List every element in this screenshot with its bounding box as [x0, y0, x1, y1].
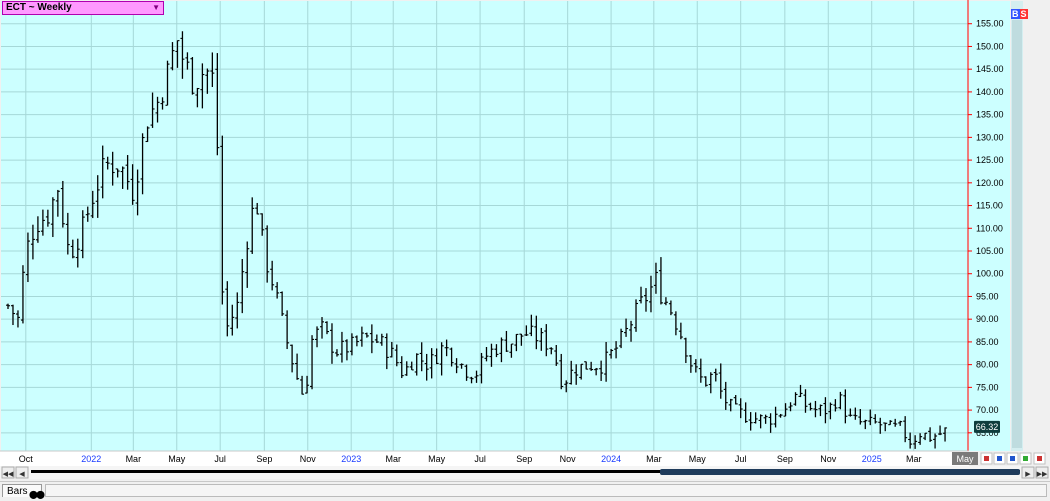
plot-area[interactable]	[1, 1, 968, 451]
tab-strip	[45, 484, 1047, 497]
tool-icon-4	[1023, 456, 1028, 461]
tool-icon-2	[997, 456, 1002, 461]
last-price-value: 66.32	[976, 422, 999, 432]
bars-tab-label: Bars	[7, 486, 28, 497]
y-tick-label: 120.00	[976, 178, 1004, 188]
x-tick-label: May	[428, 454, 446, 464]
dropdown-arrow-icon[interactable]: ▼	[152, 2, 160, 14]
double-right-icon: ▶▶	[1037, 471, 1048, 478]
y-tick-label: 90.00	[976, 314, 999, 324]
bottom-tab-bar: Bars ⬤⬤	[0, 481, 1050, 499]
x-tick-label: Oct	[19, 454, 34, 464]
y-tick-label: 155.00	[976, 19, 1004, 29]
double-left-icon: ◀◀	[3, 471, 14, 478]
right-scrollbar[interactable]	[1012, 20, 1022, 448]
buy-badge[interactable]: B	[1011, 9, 1020, 19]
y-tick-label: 135.00	[976, 110, 1004, 120]
x-tick-label: Jul	[474, 454, 486, 464]
y-tick-label: 150.00	[976, 41, 1004, 51]
y-tick-label: 75.00	[976, 382, 999, 392]
tool-icon-1	[984, 456, 989, 461]
left-arrow-icon: ◀	[19, 471, 25, 478]
x-tick-label: 2022	[81, 454, 101, 464]
x-tick-label: Nov	[300, 454, 317, 464]
x-tick-label: Mar	[646, 454, 662, 464]
bars-tab[interactable]: Bars ⬤⬤	[2, 484, 45, 499]
y-tick-label: 95.00	[976, 291, 999, 301]
zoom-tool-buttons	[980, 452, 1046, 465]
x-tick-label: Sep	[516, 454, 532, 464]
buy-sell-badge[interactable]: BS	[1011, 9, 1028, 19]
y-tick-label: 145.00	[976, 64, 1004, 74]
current-month-label: May	[956, 454, 974, 464]
y-tick-label: 105.00	[976, 246, 1004, 256]
x-tick-label: Sep	[777, 454, 793, 464]
x-tick-label: Nov	[820, 454, 837, 464]
y-tick-label: 130.00	[976, 132, 1004, 142]
last-price-tag: 66.32	[974, 420, 1000, 433]
sell-badge[interactable]: S	[1019, 9, 1028, 19]
symbol-selector[interactable]: ECT ~ Weekly ▼	[2, 1, 164, 15]
y-tick-label: 125.00	[976, 155, 1004, 165]
scroll-right-button[interactable]: ▶	[1021, 466, 1035, 479]
y-tick-label: 85.00	[976, 337, 999, 347]
x-tick-label: 2023	[341, 454, 361, 464]
y-tick-label: 110.00	[976, 223, 1003, 233]
x-tick-label: Sep	[256, 454, 272, 464]
y-tick-label: 100.00	[976, 269, 1004, 279]
right-arrow-icon: ▶	[1025, 471, 1031, 478]
x-tick-label: Jul	[735, 454, 747, 464]
y-tick-label: 70.00	[976, 405, 999, 415]
x-tick-label: Nov	[560, 454, 577, 464]
tool-icon-3	[1010, 456, 1015, 461]
tool-icon-5	[1037, 456, 1042, 461]
horizontal-scroll-thumb[interactable]	[660, 469, 1020, 475]
x-tick-label: Mar	[126, 454, 142, 464]
y-tick-label: 140.00	[976, 87, 1004, 97]
scroll-left-button[interactable]: ◀	[15, 466, 29, 479]
chart-frame: 65.0070.0075.0080.0085.0090.0095.00100.0…	[0, 0, 1050, 499]
y-tick-label: 80.00	[976, 360, 999, 370]
x-tick-label: 2025	[862, 454, 882, 464]
x-tick-label: 2024	[601, 454, 621, 464]
x-tick-label: Mar	[385, 454, 401, 464]
x-tick-label: May	[689, 454, 707, 464]
x-tick-label: Mar	[906, 454, 922, 464]
scroll-right-fast-button[interactable]: ▶▶	[1035, 466, 1049, 479]
x-tick-label: Jul	[214, 454, 226, 464]
x-tick-label: May	[168, 454, 186, 464]
link-icon: ⬤⬤	[29, 490, 45, 499]
scroll-left-fast-button[interactable]: ◀◀	[1, 466, 15, 479]
y-tick-label: 115.00	[976, 201, 1003, 211]
symbol-selector-label: ECT ~ Weekly	[6, 2, 72, 13]
